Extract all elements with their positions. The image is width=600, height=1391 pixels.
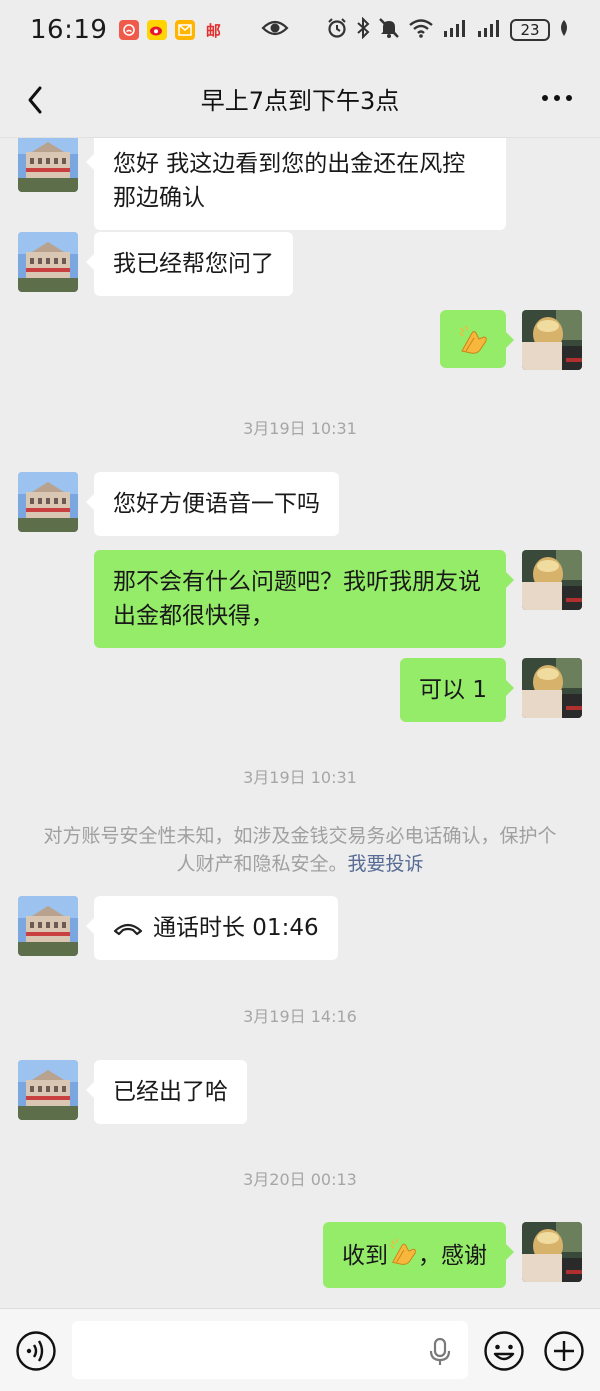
message-text: 收到 [342, 1243, 388, 1269]
call-record-bubble[interactable]: 通话时长 01:46 [86, 896, 338, 960]
leaf-icon [558, 19, 570, 41]
eye-icon [261, 18, 289, 42]
mail-icon [175, 20, 196, 40]
timestamp: 3月19日 14:16 [243, 1007, 357, 1026]
contact-avatar[interactable] [18, 138, 78, 192]
my-avatar[interactable] [522, 658, 582, 718]
phone-hangup-icon [113, 923, 143, 936]
emoji-message-bubble[interactable] [440, 310, 514, 368]
more-options-button[interactable] [540, 86, 574, 110]
message-input[interactable] [72, 1321, 468, 1379]
message-list[interactable]: 您好 我这边看到您的出金还在风控那边确认 我已经帮您问了 3月19日 10:31… [0, 138, 600, 1308]
contact-avatar[interactable] [18, 472, 78, 532]
timestamp: 3月20日 00:13 [243, 1170, 357, 1189]
voice-icon [16, 1331, 56, 1371]
status-bar: 16:19 邮 23 [0, 0, 600, 60]
security-notice: 对方账号安全性未知，如涉及金钱交易务必电话确认，保护个人财产和隐私安全。我要投诉 [40, 822, 560, 878]
contact-avatar[interactable] [18, 1060, 78, 1120]
mute-icon [378, 17, 400, 43]
status-right-icons: 23 [326, 16, 570, 43]
report-link[interactable]: 我要投诉 [348, 853, 424, 875]
signal-icon [442, 18, 468, 42]
more-dots-icon [542, 95, 572, 101]
call-duration-text: 通话时长 01:46 [153, 915, 319, 941]
message-row: 通话时长 01:46 [18, 896, 338, 960]
security-notice-text: 对方账号安全性未知，如涉及金钱交易务必电话确认，保护个人财产和隐私安全。 [43, 825, 557, 875]
timestamp: 3月19日 10:31 [243, 768, 357, 787]
message-bubble[interactable]: 您好方便语音一下吗 [86, 472, 339, 536]
timestamp: 3月19日 10:31 [243, 419, 357, 438]
wifi-icon [408, 18, 434, 42]
status-time: 16:19 [30, 15, 108, 45]
message-bubble[interactable]: 您好 我这边看到您的出金还在风控那边确认 [86, 138, 506, 230]
weibo-icon [147, 20, 168, 40]
message-bubble[interactable]: 已经出了哈 [86, 1060, 247, 1124]
message-text: ，感谢 [418, 1243, 487, 1269]
message-row: 您好 我这边看到您的出金还在风控那边确认 [18, 138, 506, 230]
my-avatar[interactable] [522, 1222, 582, 1282]
message-row: 您好方便语音一下吗 [18, 472, 339, 536]
message-bubble[interactable]: 我已经帮您问了 [86, 232, 293, 296]
message-row: 收到 ，感谢 [323, 1222, 582, 1288]
message-row [440, 310, 582, 370]
app-notification-icon [119, 20, 140, 40]
message-row: 已经出了哈 [18, 1060, 247, 1124]
message-row: 我已经帮您问了 [18, 232, 293, 296]
chat-title: 早上7点到下午3点 [200, 87, 400, 115]
signal-icon-2 [476, 18, 502, 42]
message-row: 可以 1 [400, 658, 582, 722]
message-bubble[interactable]: 可以 1 [400, 658, 514, 722]
post-icon: 邮 [205, 21, 221, 40]
input-bar [0, 1308, 600, 1391]
palms-together-icon [457, 324, 489, 356]
message-row: 那不会有什么问题吧？我听我朋友说出金都很快得， [94, 550, 582, 648]
emoji-button[interactable] [483, 1330, 525, 1372]
more-functions-button[interactable] [543, 1330, 585, 1372]
chevron-left-icon [28, 86, 42, 114]
battery-indicator: 23 [510, 19, 550, 41]
microphone-icon[interactable] [428, 1337, 452, 1367]
contact-avatar[interactable] [18, 232, 78, 292]
message-bubble[interactable]: 收到 ，感谢 [323, 1222, 514, 1288]
contact-avatar[interactable] [18, 896, 78, 956]
my-avatar[interactable] [522, 310, 582, 370]
back-button[interactable] [22, 82, 52, 118]
chat-header: 早上7点到下午3点 [0, 60, 600, 138]
message-bubble[interactable]: 那不会有什么问题吧？我听我朋友说出金都很快得， [94, 550, 514, 648]
plus-icon [544, 1331, 584, 1371]
bluetooth-icon [356, 16, 370, 43]
voice-input-button[interactable] [15, 1330, 57, 1372]
smiley-icon [484, 1331, 524, 1371]
my-avatar[interactable] [522, 550, 582, 610]
alarm-icon [326, 17, 348, 43]
palms-together-icon [388, 1237, 418, 1267]
